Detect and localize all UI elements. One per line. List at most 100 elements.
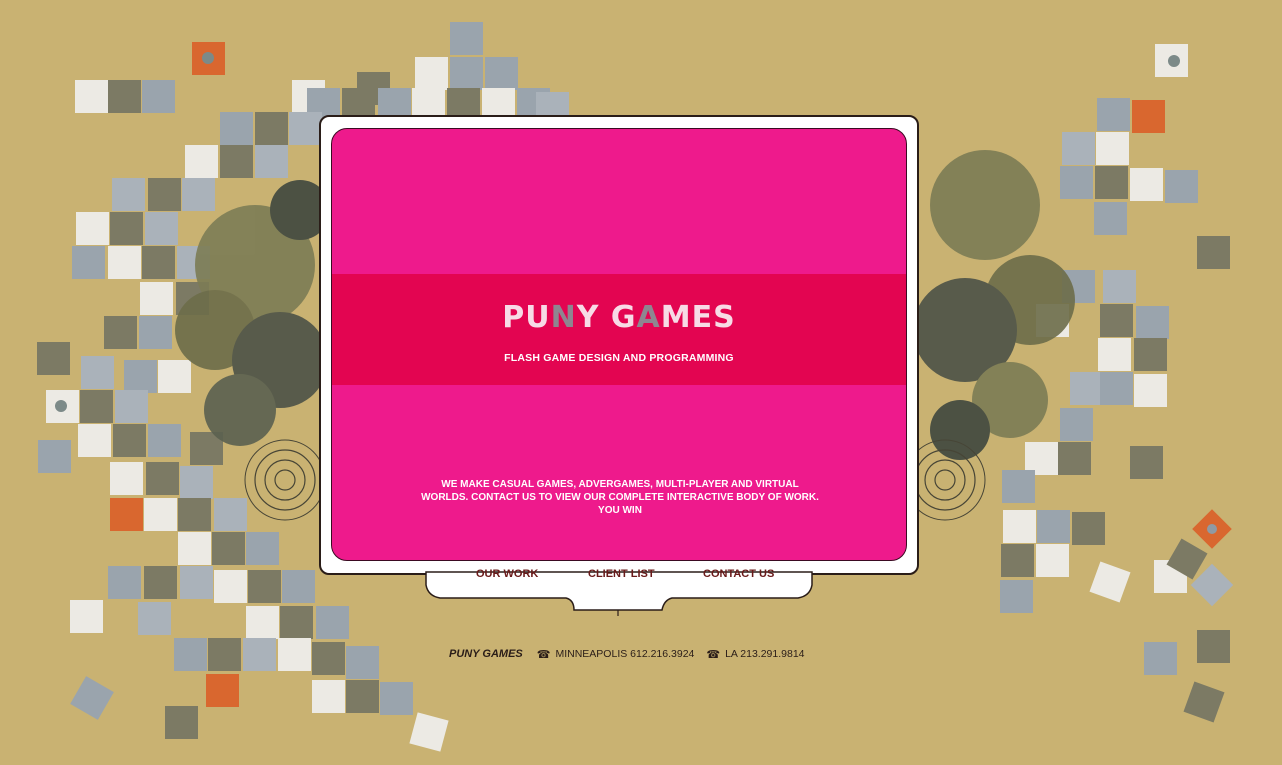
pixel-tile [1060,166,1093,199]
footer-contact: PUNY GAMES ☎ MINNEAPOLIS 612.216.3924 ☎ … [449,646,817,662]
pixel-tile [206,674,239,707]
pixel-tile [312,680,345,713]
pixel-tile [1096,132,1129,165]
pixel-tile [142,246,175,279]
pixel-tile [178,498,211,531]
pixel-tile [75,80,108,113]
pixel-tile [280,606,313,639]
pixel-tile [146,462,179,495]
pixel-tile [246,532,279,565]
pixel-tile [1134,338,1167,371]
pixel-tile [148,178,181,211]
pixel-tile [346,646,379,679]
pixel-tile [113,424,146,457]
logo-part: Y G [576,300,637,335]
description-line: YOU WIN [598,505,642,516]
pixel-tile [1062,132,1095,165]
pixel-tile [214,498,247,531]
pixel-tile [255,145,288,178]
pixel-tile [1100,372,1133,405]
logo-part: PU [502,300,551,335]
pixel-tile [208,638,241,671]
pixel-tile [278,638,311,671]
pixel-tile [145,212,178,245]
pixel-tile [248,570,281,603]
pixel-tile [1097,98,1130,131]
dot-icon [1168,55,1180,67]
pixel-tile [485,57,518,90]
nav-our-work[interactable]: OUR WORK [476,568,538,580]
logo-part: A [636,300,661,335]
pixel-tile [450,57,483,90]
pixel-tile [1130,168,1163,201]
pixel-tile [255,112,288,145]
pixel-tile [1070,372,1103,405]
pixel-tile [214,570,247,603]
dot-icon [202,52,214,64]
pixel-tile [124,360,157,393]
pixel-tile [220,145,253,178]
minneapolis-phone: MINNEAPOLIS 612.216.3924 [555,648,695,660]
pixel-tile [312,642,345,675]
pixel-tile [1197,236,1230,269]
logo-part: N [550,300,577,335]
pixel-tile [108,566,141,599]
pixel-tile [142,80,175,113]
pixel-tile [1037,510,1070,543]
pixel-tile [1100,304,1133,337]
pixel-tile [220,112,253,145]
pixel-tile [165,706,198,739]
pixel-tile [139,316,172,349]
pixel-tile [1197,630,1230,663]
pixel-tile [380,682,413,715]
pixel-tile [450,22,483,55]
pixel-tile [110,498,143,531]
main-screen: PUNY GAMES FLASH GAME DESIGN AND PROGRAM… [331,128,907,561]
pixel-tile [243,638,276,671]
pixel-tile [1130,446,1163,479]
nav-contact-us[interactable]: CONTACT US [703,568,774,580]
description-line: WORLDS. CONTACT US TO VIEW OUR COMPLETE … [421,492,819,503]
pixel-tile [1144,642,1177,675]
pixel-tile [212,532,245,565]
pixel-tile [72,246,105,279]
pixel-tile [104,316,137,349]
pixel-tile [415,57,448,90]
pixel-tile [158,360,191,393]
pixel-tile [1136,306,1169,339]
pixel-tile [37,342,70,375]
pixel-tile [346,680,379,713]
tagline: FLASH GAME DESIGN AND PROGRAMMING [504,352,734,364]
pixel-tile [316,606,349,639]
pixel-tile [1103,270,1136,303]
pixel-tile [178,532,211,565]
pixel-tile [1003,510,1036,543]
pixel-tile [1001,544,1034,577]
pixel-tile [1134,374,1167,407]
puny-games-logo: PUNY GAMES [332,303,906,333]
phone-icon: ☎ [536,648,551,661]
pixel-tile [144,566,177,599]
pixel-tile [140,282,173,315]
nav-client-list[interactable]: CLIENT LIST [588,568,655,580]
pixel-tile [108,80,141,113]
pixel-tile [38,440,71,473]
pixel-tile [180,466,213,499]
description: WE MAKE CASUAL GAMES, ADVERGAMES, MULTI-… [382,478,858,517]
pixel-tile [1094,202,1127,235]
pixel-tile [185,145,218,178]
pixel-tile [1095,166,1128,199]
pixel-tile [144,498,177,531]
pixel-tile [1060,408,1093,441]
pixel-tile [110,212,143,245]
pixel-tile [1165,170,1198,203]
la-phone: LA 213.291.9814 [725,648,805,660]
logo-part: MES [660,300,736,335]
pixel-tile [80,390,113,423]
pixel-tile [115,390,148,423]
pixel-tile [180,566,213,599]
pixel-tile [112,178,145,211]
pixel-tile [1002,470,1035,503]
pixel-tile [1000,580,1033,613]
pixel-tile [289,112,322,145]
